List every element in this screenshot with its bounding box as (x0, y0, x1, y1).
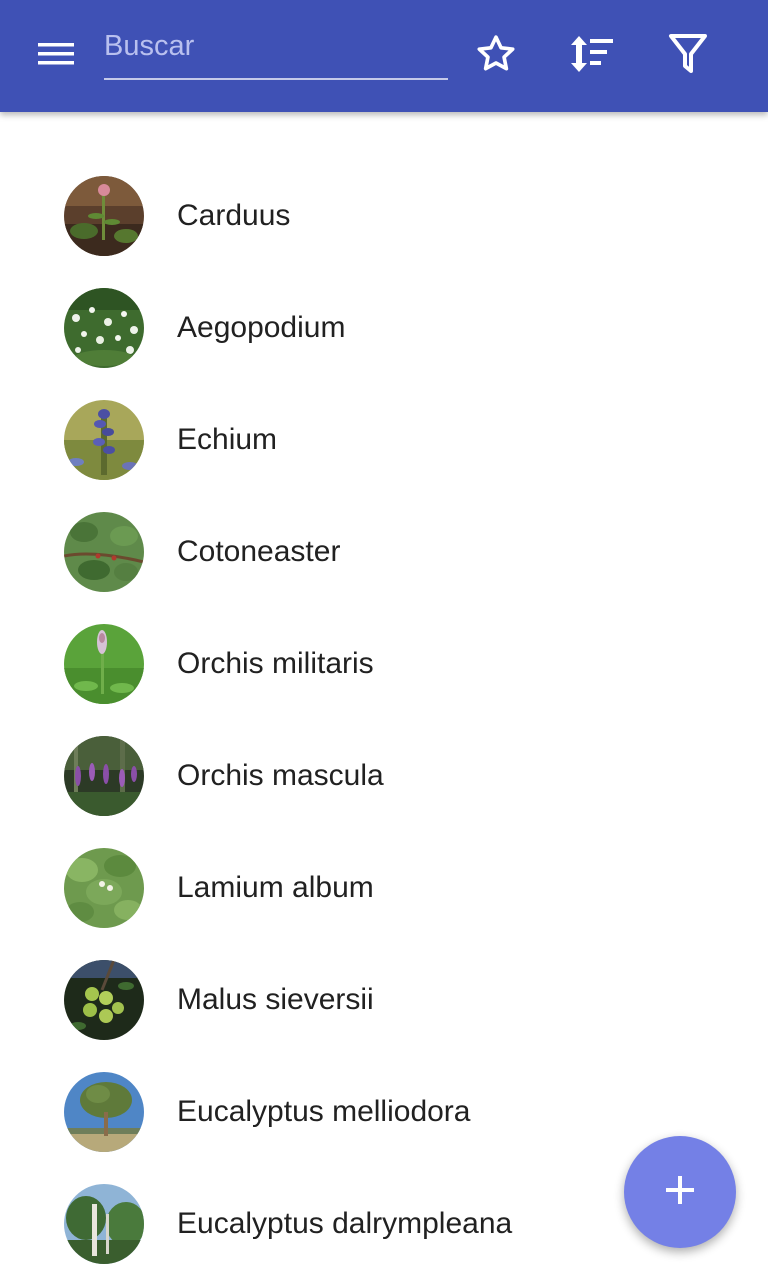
plant-name: Orchis mascula (177, 759, 384, 792)
plant-thumbnail (64, 848, 144, 928)
list-item[interactable]: Echium (0, 384, 768, 496)
add-plant-button[interactable] (624, 1136, 736, 1248)
search-field (104, 22, 448, 82)
filter-icon (668, 33, 708, 80)
plant-thumbnail (64, 512, 144, 592)
plant-thumbnail (64, 176, 144, 256)
plant-name: Eucalyptus melliodora (177, 1095, 471, 1128)
plant-name: Carduus (177, 199, 291, 232)
list-item[interactable]: Carduus (0, 160, 768, 272)
plant-thumbnail (64, 960, 144, 1040)
list-item[interactable]: Aegopodium (0, 272, 768, 384)
plant-name: Lamium album (177, 871, 374, 904)
list-item[interactable]: Malus sieversii (0, 944, 768, 1056)
menu-button[interactable] (28, 32, 84, 80)
plus-icon (662, 1172, 698, 1213)
list-item[interactable]: Lamium album (0, 832, 768, 944)
plant-name: Malus sieversii (177, 983, 374, 1016)
favorites-button[interactable] (468, 28, 524, 84)
plant-thumbnail (64, 736, 144, 816)
plant-thumbnail (64, 288, 144, 368)
filter-button[interactable] (660, 28, 716, 84)
list-item[interactable]: Orchis militaris (0, 608, 768, 720)
plant-name: Orchis militaris (177, 647, 374, 680)
plant-name: Echium (177, 423, 278, 456)
plant-list: Carduus Aegopodium Echium Cotoneaster Or… (0, 160, 768, 1280)
app-bar (0, 0, 768, 112)
plant-thumbnail (64, 1184, 144, 1264)
plant-thumbnail (64, 1072, 144, 1152)
list-item[interactable]: Orchis mascula (0, 720, 768, 832)
sort-icon (569, 34, 615, 79)
list-item[interactable]: Cotoneaster (0, 496, 768, 608)
plant-name: Aegopodium (177, 311, 346, 344)
menu-icon (36, 39, 76, 74)
sort-button[interactable] (564, 28, 620, 84)
plant-name: Eucalyptus dalrympleana (177, 1207, 513, 1240)
plant-name: Cotoneaster (177, 535, 341, 568)
plant-thumbnail (64, 400, 144, 480)
star-outline-icon (474, 32, 518, 81)
search-input[interactable] (104, 22, 448, 80)
plant-thumbnail (64, 624, 144, 704)
